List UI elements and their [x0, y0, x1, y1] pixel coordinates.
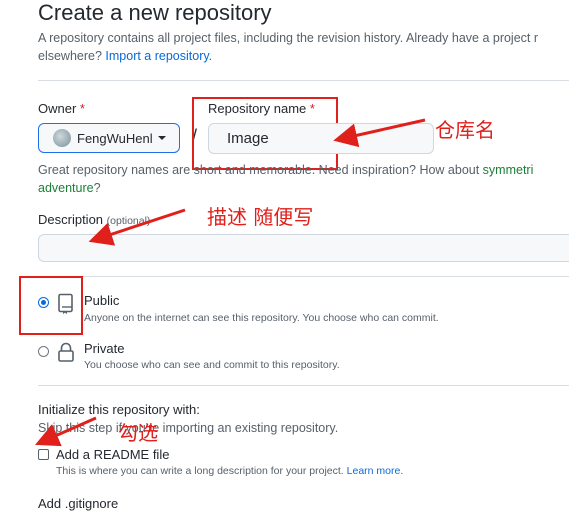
arrow-to-readme-checkbox [35, 416, 97, 447]
annotation-repo-name: 仓库名 [435, 118, 495, 142]
arrow-to-repo-name [333, 118, 426, 148]
annotation-arrows [35, 118, 426, 447]
annotation-description: 描述 随便写 [207, 205, 314, 229]
annotation-check: 勾选 [118, 421, 158, 445]
arrow-to-description [88, 208, 186, 246]
